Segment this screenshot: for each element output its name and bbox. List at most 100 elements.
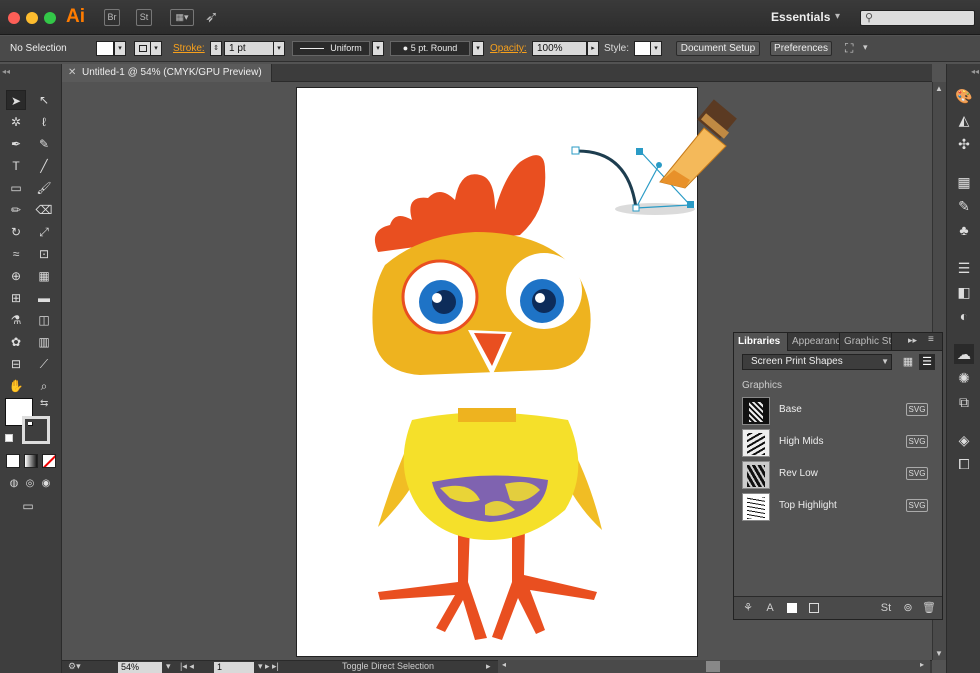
opacity-slider-arrow[interactable]: ▸: [587, 41, 599, 56]
libraries-panel-icon[interactable]: ☁: [954, 344, 974, 364]
shape-builder-tool-icon[interactable]: ⊕: [6, 266, 26, 286]
scale-tool-icon[interactable]: ⤢: [34, 222, 54, 242]
stroke-dropdown-arrow[interactable]: ▾: [150, 41, 162, 56]
horizontal-scrollbar[interactable]: ◂ ▸: [498, 660, 930, 673]
width-tool-icon[interactable]: ≈: [6, 244, 26, 264]
blend-tool-icon[interactable]: ◫: [34, 310, 54, 330]
brush-definition[interactable]: ● 5 pt. Round: [390, 41, 470, 56]
color-mode-icon[interactable]: [6, 454, 20, 468]
chevron-down-icon[interactable]: ▾: [835, 11, 840, 22]
expand-panels-icon[interactable]: ◂◂: [971, 67, 979, 76]
eraser-tool-icon[interactable]: ⌫: [34, 200, 54, 220]
color-guide-icon[interactable]: ◭: [954, 110, 974, 130]
grid-view-icon[interactable]: ▦: [901, 355, 915, 369]
sync-settings-icon[interactable]: ➶: [205, 7, 218, 27]
recolor-icon[interactable]: ✣: [954, 134, 974, 154]
isolation-icon[interactable]: ⛶: [845, 41, 853, 56]
swap-fill-stroke-icon[interactable]: ⇆: [40, 398, 48, 409]
rectangle-tool-icon[interactable]: ▭: [6, 178, 26, 198]
symbols-panel-icon[interactable]: ♣: [954, 220, 974, 240]
zoom-dropdown-icon[interactable]: ▾: [166, 661, 171, 672]
workspace-switcher[interactable]: Essentials: [771, 10, 830, 24]
color-panel-icon[interactable]: 🎨: [954, 86, 974, 106]
library-select[interactable]: Screen Print Shapes ▼: [742, 354, 892, 370]
stroke-panel-icon[interactable]: ☰: [954, 258, 974, 278]
tab-graphic-styles[interactable]: Graphic Styles: [840, 333, 892, 351]
tab-appearance[interactable]: Appearance: [788, 333, 840, 351]
zoom-tool-icon[interactable]: ⌕: [34, 376, 54, 396]
variable-width-profile[interactable]: Uniform: [292, 41, 370, 56]
column-graph-tool-icon[interactable]: ▥: [34, 332, 54, 352]
type-tool-icon[interactable]: T: [6, 156, 26, 176]
scroll-left-icon[interactable]: ◂: [502, 660, 506, 669]
line-segment-tool-icon[interactable]: ╱: [34, 156, 54, 176]
preferences-button[interactable]: Preferences: [770, 41, 832, 56]
artboards-panel-icon[interactable]: ⧠: [954, 454, 974, 474]
gradient-tool-icon[interactable]: ▬: [34, 288, 54, 308]
document-setup-button[interactable]: Document Setup: [676, 41, 760, 56]
brush-dropdown[interactable]: ▾: [472, 41, 484, 56]
tab-libraries[interactable]: Libraries: [734, 333, 788, 351]
transparency-panel-icon[interactable]: ◐: [954, 306, 974, 326]
screen-mode-icon[interactable]: ▭: [18, 496, 38, 516]
search-input[interactable]: ⚲: [860, 10, 975, 26]
direct-selection-tool-icon[interactable]: ↖: [34, 90, 54, 110]
hand-tool-icon[interactable]: ✋: [6, 376, 26, 396]
first-artboard-icon[interactable]: |◂ ◂: [180, 661, 194, 672]
close-icon[interactable]: ✕: [68, 64, 76, 82]
pen-tool-icon[interactable]: ✒: [6, 134, 26, 154]
free-transform-tool-icon[interactable]: ⊡: [34, 244, 54, 264]
rotate-tool-icon[interactable]: ↻: [6, 222, 26, 242]
bridge-button[interactable]: Br: [104, 9, 120, 26]
scroll-thumb[interactable]: [706, 661, 720, 672]
minimize-window-button[interactable]: [26, 12, 38, 24]
add-character-style-icon[interactable]: A: [762, 600, 778, 616]
zoom-field[interactable]: 54%: [118, 662, 162, 673]
draw-inside-icon[interactable]: ◉: [36, 474, 56, 494]
none-mode-icon[interactable]: [42, 454, 56, 468]
gradient-panel-icon[interactable]: ◧: [954, 282, 974, 302]
stock-button[interactable]: St: [136, 9, 152, 26]
symbol-sprayer-tool-icon[interactable]: ✿: [6, 332, 26, 352]
arrange-documents-button[interactable]: ▦▾: [170, 9, 194, 26]
magic-wand-tool-icon[interactable]: ✲: [6, 112, 26, 132]
style-dropdown[interactable]: ▾: [650, 41, 662, 56]
fill-color-swatch[interactable]: [96, 41, 114, 56]
artboard-tool-icon[interactable]: ⊟: [6, 354, 26, 374]
expand-panel-icon[interactable]: ▸▸: [908, 335, 917, 346]
default-colors-icon[interactable]: [5, 434, 13, 442]
creative-cloud-icon[interactable]: ⊚: [900, 600, 916, 616]
next-artboard-icon[interactable]: ▾ ▸ ▸|: [258, 661, 279, 672]
mesh-tool-icon[interactable]: ⊞: [6, 288, 26, 308]
stroke-color-box[interactable]: [22, 416, 50, 444]
opacity-label[interactable]: Opacity:: [490, 43, 527, 54]
scroll-up-icon[interactable]: ▲: [935, 84, 943, 93]
profile-dropdown[interactable]: ▾: [372, 41, 384, 56]
opacity-field[interactable]: 100%: [532, 41, 587, 56]
panel-menu-icon[interactable]: ≡: [928, 334, 934, 345]
document-tab[interactable]: ✕ Untitled-1 @ 54% (CMYK/GPU Preview): [62, 64, 272, 82]
status-menu-arrow[interactable]: ▸: [486, 661, 491, 672]
perspective-grid-tool-icon[interactable]: ▦: [34, 266, 54, 286]
library-item[interactable]: Base SVG: [742, 397, 934, 425]
artboard-number-field[interactable]: 1: [214, 662, 254, 673]
gradient-mode-icon[interactable]: [24, 454, 38, 468]
layers-panel-icon[interactable]: ◈: [954, 430, 974, 450]
close-window-button[interactable]: [8, 12, 20, 24]
zoom-window-button[interactable]: [44, 12, 56, 24]
stock-search-icon[interactable]: St: [878, 600, 894, 616]
trash-icon[interactable]: 🗑: [921, 600, 937, 616]
library-item[interactable]: High Mids SVG: [742, 429, 934, 457]
brushes-panel-icon[interactable]: ✎: [954, 196, 974, 216]
list-view-icon[interactable]: ☰: [919, 354, 935, 370]
slice-tool-icon[interactable]: ⟋: [34, 354, 54, 374]
swatches-panel-icon[interactable]: ▦: [954, 172, 974, 192]
add-stroke-color-icon[interactable]: [806, 600, 822, 616]
artboard[interactable]: [296, 87, 698, 657]
fill-dropdown-arrow[interactable]: ▾: [114, 41, 126, 56]
eyedropper-tool-icon[interactable]: ⚗: [6, 310, 26, 330]
pencil-tool-icon[interactable]: ✏: [6, 200, 26, 220]
collapse-toolbar-icon[interactable]: ◂◂: [2, 67, 10, 76]
selection-tool-icon[interactable]: ➤: [6, 90, 26, 110]
graphic-styles-panel-icon[interactable]: ⧉: [954, 392, 974, 412]
